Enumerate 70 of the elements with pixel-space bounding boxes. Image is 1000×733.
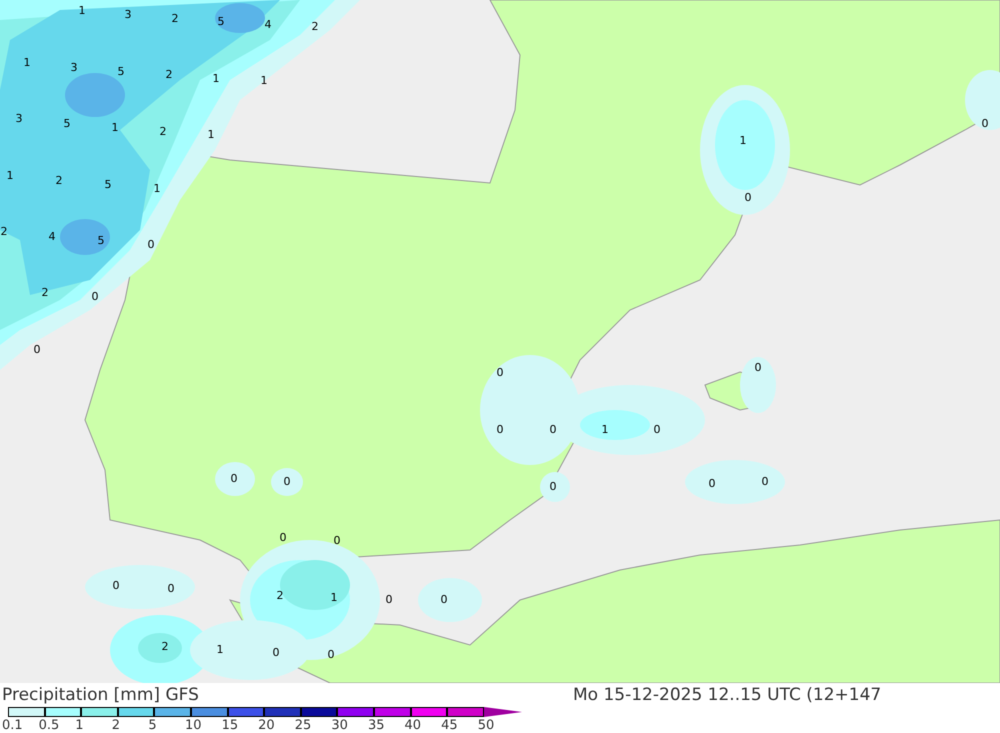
precipitation-value: 0 xyxy=(284,476,290,488)
precipitation-value: 2 xyxy=(276,590,284,602)
precipitation-value: 1 xyxy=(260,75,268,87)
valid-time: Mo 15-12-2025 12..15 UTC (12+147 xyxy=(573,684,882,707)
precipitation-value: 0 xyxy=(762,476,768,488)
legend-label: 0.5 xyxy=(38,718,60,733)
precipitation-value: 4 xyxy=(264,19,272,31)
legend-label: 40 xyxy=(404,718,422,733)
precipitation-value: 0 xyxy=(550,424,556,436)
precipitation-value: 2 xyxy=(160,126,166,138)
precipitation-value: 0 xyxy=(386,594,392,606)
precipitation-value: 0 xyxy=(112,580,120,592)
legend-label: 15 xyxy=(222,718,238,733)
legend-label: 20 xyxy=(258,718,275,733)
legend-label: 30 xyxy=(331,718,348,733)
precipitation-value: 2 xyxy=(162,641,168,653)
precipitation-value: 1 xyxy=(330,592,338,604)
precipitation-value: 4 xyxy=(48,231,56,243)
legend-label: 50 xyxy=(478,718,494,733)
precipitation-value: 0 xyxy=(168,583,174,595)
legend-label: 10 xyxy=(184,718,202,733)
precipitation-value: 0 xyxy=(440,594,448,606)
legend-label: 2 xyxy=(112,718,120,733)
legend-label: 5 xyxy=(148,718,157,733)
legend-label: 35 xyxy=(368,718,384,733)
precipitation-value: 2 xyxy=(56,175,62,187)
precipitation-value: 0 xyxy=(334,535,340,547)
precipitation-value: 3 xyxy=(124,9,132,21)
precipitation-value: 0 xyxy=(754,362,762,374)
precipitation-value: 3 xyxy=(16,113,22,125)
precipitation-value: 2 xyxy=(312,21,318,33)
legend-label: 45 xyxy=(441,718,458,733)
precipitation-value: 1 xyxy=(602,424,608,436)
precipitation-value: 1 xyxy=(740,135,746,147)
precipitation-value: 5 xyxy=(64,118,70,130)
precipitation-value: 1 xyxy=(216,644,224,656)
precipitation-value: 0 xyxy=(744,192,752,204)
precipitation-value: 0 xyxy=(272,647,280,659)
precipitation-value: 0 xyxy=(148,239,154,251)
precipitation-value: 1 xyxy=(154,183,160,195)
precipitation-value: 1 xyxy=(78,5,86,17)
precipitation-value: 0 xyxy=(230,473,238,485)
precipitation-value: 0 xyxy=(550,481,556,493)
legend-label: 1 xyxy=(75,718,84,733)
legend-label: 25 xyxy=(294,718,312,733)
precipitation-value: 0 xyxy=(280,532,286,544)
precipitation-value: 1 xyxy=(6,170,14,182)
precipitation-value: 0 xyxy=(328,649,334,661)
precipitation-value: 1 xyxy=(24,57,30,69)
precipitation-value: 1 xyxy=(112,122,118,134)
precipitation-value: 0 xyxy=(496,367,504,379)
precipitation-value: 3 xyxy=(70,62,78,74)
precipitation-value: 1 xyxy=(212,73,220,85)
map-title: Precipitation [mm] GFS xyxy=(2,684,199,707)
precipitation-value: 0 xyxy=(982,118,988,130)
precipitation-value: 5 xyxy=(218,16,224,28)
precipitation-value: 5 xyxy=(104,179,112,191)
precipitation-value: 0 xyxy=(708,478,716,490)
precipitation-value: 5 xyxy=(98,235,104,247)
precipitation-value: 0 xyxy=(654,424,660,436)
precipitation-value: 0 xyxy=(496,424,504,436)
precipitation-value: 1 xyxy=(208,129,214,141)
precipitation-value: 2 xyxy=(166,69,172,81)
precipitation-value: 0 xyxy=(34,344,40,356)
precipitation-value: 5 xyxy=(118,66,124,78)
legend-label: 0.1 xyxy=(2,718,23,733)
precipitation-value: 0 xyxy=(92,291,98,303)
precipitation-value: 2 xyxy=(0,226,8,238)
precipitation-value: 2 xyxy=(172,13,178,25)
precipitation-value: 2 xyxy=(42,287,48,299)
